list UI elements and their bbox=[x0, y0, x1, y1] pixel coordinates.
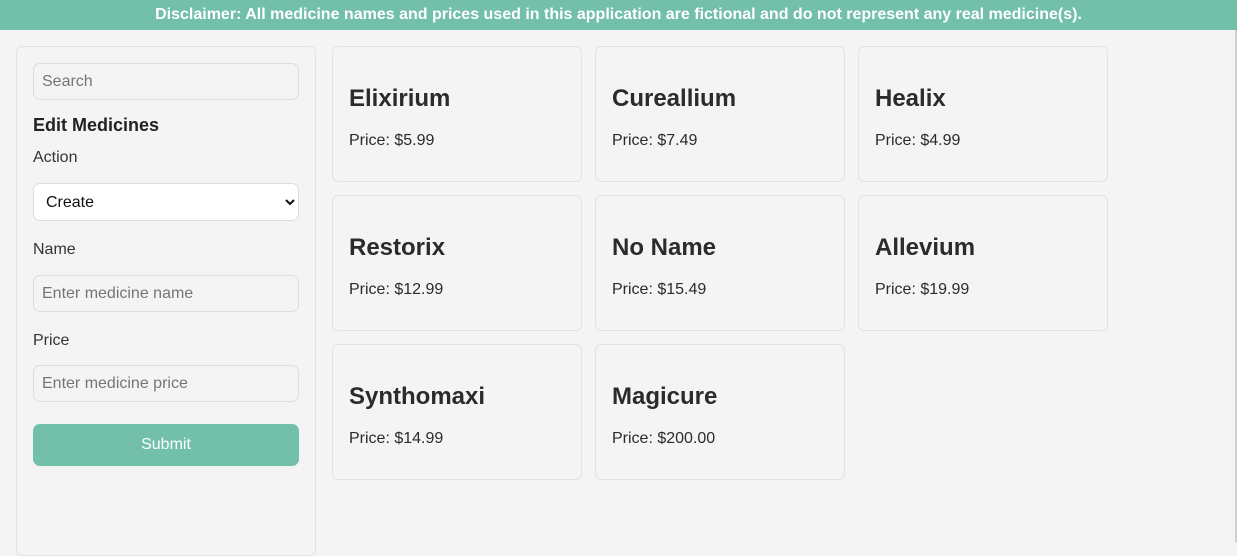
disclaimer-banner: Disclaimer: All medicine names and price… bbox=[0, 0, 1237, 30]
medicine-price: Price: $19.99 bbox=[875, 281, 970, 298]
submit-button[interactable]: Submit bbox=[33, 424, 299, 466]
medicine-card[interactable]: Synthomaxi Price: $14.99 bbox=[332, 344, 582, 480]
medicine-price: Price: $15.49 bbox=[612, 281, 707, 298]
medicine-name: Restorix bbox=[349, 234, 446, 261]
medicine-name: Magicure bbox=[612, 383, 718, 410]
medicine-grid: Elixirium Price: $5.99 Cureallium Price:… bbox=[332, 46, 1112, 480]
sidebar-panel: Edit Medicines Action Create Name Price … bbox=[16, 46, 316, 556]
price-label: Price bbox=[33, 332, 70, 349]
medicine-price: Price: $12.99 bbox=[349, 281, 444, 298]
medicine-price: Price: $14.99 bbox=[349, 430, 444, 447]
medicine-name: Cureallium bbox=[612, 85, 737, 112]
medicine-card[interactable]: Restorix Price: $12.99 bbox=[332, 195, 582, 331]
medicine-name-input[interactable] bbox=[33, 275, 299, 312]
medicine-price: Price: $200.00 bbox=[612, 430, 716, 447]
name-label: Name bbox=[33, 241, 76, 258]
action-label: Action bbox=[33, 149, 78, 166]
medicine-card[interactable]: Elixirium Price: $5.99 bbox=[332, 46, 582, 182]
medicine-card[interactable]: Magicure Price: $200.00 bbox=[595, 344, 845, 480]
medicine-name: Allevium bbox=[875, 234, 976, 261]
medicine-name: Synthomaxi bbox=[349, 383, 486, 410]
medicine-name: Elixirium bbox=[349, 85, 451, 112]
medicine-name: Healix bbox=[875, 85, 946, 112]
search-input[interactable] bbox=[33, 63, 299, 100]
medicine-price-input[interactable] bbox=[33, 365, 299, 402]
medicine-price: Price: $5.99 bbox=[349, 132, 435, 149]
medicine-card[interactable]: Healix Price: $4.99 bbox=[858, 46, 1108, 182]
medicine-name: No Name bbox=[612, 234, 717, 261]
medicine-card[interactable]: Allevium Price: $19.99 bbox=[858, 195, 1108, 331]
action-select[interactable]: Create bbox=[33, 183, 299, 221]
medicine-price: Price: $4.99 bbox=[875, 132, 961, 149]
medicine-card[interactable]: Cureallium Price: $7.49 bbox=[595, 46, 845, 182]
edit-medicines-title: Edit Medicines bbox=[33, 115, 160, 135]
medicine-card[interactable]: No Name Price: $15.49 bbox=[595, 195, 845, 331]
medicine-price: Price: $7.49 bbox=[612, 132, 698, 149]
